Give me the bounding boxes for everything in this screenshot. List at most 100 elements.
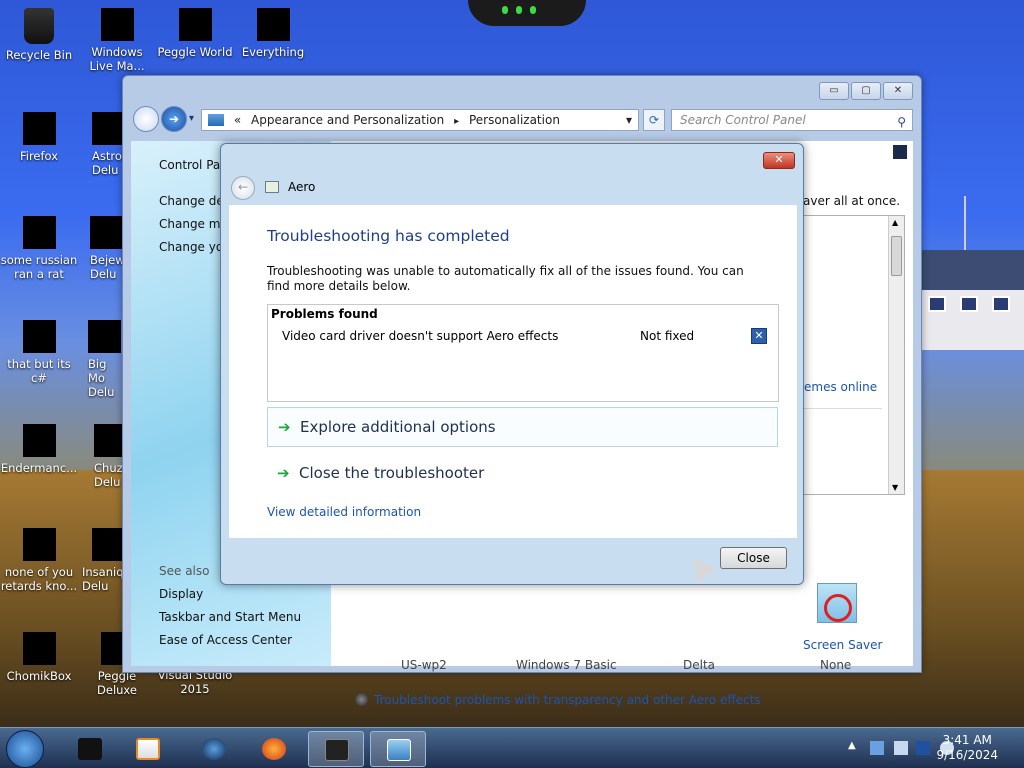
desktop-icon-bejeweled[interactable]: Bejew Delu [78,216,126,281]
dialog-description: Troubleshooting was unable to automatica… [267,264,744,293]
dialog-close-icon[interactable]: ✕ [763,152,795,169]
minimize-button[interactable]: ▭ [819,82,849,100]
get-more-themes-online-link[interactable]: emes online [804,380,877,394]
desktop-icon-chomikbox[interactable]: ChomikBox [0,632,78,683]
desktop-icon-firefox[interactable]: Firefox [0,112,78,163]
clock[interactable]: 3:41 AM 9/16/2024 [936,733,998,763]
close-button[interactable]: ✕ [883,82,913,100]
control-panel-home-link[interactable]: Control Par [159,158,225,172]
window-controls: ▭ ▢ ✕ [819,82,913,100]
back-button[interactable] [133,106,159,132]
dialog-body: Troubleshooting has completed Troublesho… [229,205,797,538]
forward-button[interactable]: ➔ [161,106,187,132]
desktop-icon-recycle-bin[interactable]: Recycle Bin [0,8,78,62]
refresh-icon[interactable]: ⟳ [643,109,665,131]
view-detailed-information-link[interactable]: View detailed information [267,505,421,519]
astrol-icon [92,112,125,145]
desktop-icon-everything[interactable]: Everything [234,8,312,59]
taskbar-app[interactable] [186,731,242,767]
see-also-display-link[interactable]: Display [159,587,203,601]
theme-label[interactable]: Windows 7 Basic [516,658,617,672]
screen-saver-value: None [820,658,852,672]
dialog-back-button[interactable]: ← [231,176,255,200]
troubleshoot-icon [355,693,368,706]
desktop-icon-peggle-world[interactable]: Peggle World [156,8,234,59]
desktop-icon-big-money[interactable]: Big Mo Delu [78,320,126,399]
address-bar[interactable]: « Appearance and Personalization ▸ Perso… [201,109,639,131]
control-panel-icon [387,739,411,761]
taskbar-app[interactable] [62,731,118,767]
search-placeholder: Search Control Panel [680,113,806,127]
see-also-ease-of-access-link[interactable]: Ease of Access Center [159,633,292,647]
aero-troubleshooter-icon [265,181,279,193]
recent-pages-chevron-icon[interactable]: ▾ [189,113,194,124]
desktop-icon-insaniquarium[interactable]: Insaniq Delu [78,528,126,593]
desktop-icon-label: ChomikBox [6,669,72,683]
left-link[interactable]: Change mo [159,217,228,231]
desktop-icon-label: Everything [241,45,305,59]
theme-label[interactable]: Delta [683,658,715,672]
maximize-button[interactable]: ▢ [851,82,881,100]
desktop-icon-label: none of you retards kno... [0,565,78,593]
troubleshoot-aero-link[interactable]: Troubleshoot problems with transparency … [374,693,761,707]
address-prefix[interactable]: « [234,113,241,127]
desktop-icon-that-but-its-csharp[interactable]: that but its c# [0,320,78,385]
tray-chevron-icon[interactable]: ▲ [848,740,856,751]
desktop-icon-none-of-you[interactable]: none of you retards kno... [0,528,78,593]
desktop-icon-astrol[interactable]: Astrol Delu [78,112,126,177]
desktop-icon-some-russian[interactable]: some russian ran a rat [0,216,78,281]
start-button[interactable] [6,730,44,768]
troubleshoot-aero-row[interactable]: Troubleshoot problems with transparency … [355,693,761,707]
close-troubleshooter-button[interactable]: ➔ Close the troubleshooter [267,454,778,494]
tray-app-icon[interactable] [870,741,884,755]
navigation-bar: ➔ ▾ « Appearance and Personalization ▸ P… [131,106,913,134]
desktop-icon-label: Big Mo Delu [88,357,115,399]
desktop-icon-label: Astrol Delu [92,149,126,177]
see-also-taskbar-link[interactable]: Taskbar and Start Menu [159,610,301,624]
insaniquarium-icon [92,528,125,561]
problems-found-box: Problems found Video card driver doesn't… [267,304,779,402]
breadcrumb-appearance[interactable]: Appearance and Personalization [251,113,444,127]
tray-app-icon[interactable] [894,741,908,755]
recycle-bin-icon [24,8,54,44]
address-dropdown-icon[interactable]: ▾ [626,110,632,130]
breadcrumb-personalization[interactable]: Personalization [469,113,560,127]
description-text-partial: aver all at once. [803,194,901,208]
dialog-title: Aero [288,180,316,194]
desktop-icon-endermanch[interactable]: Endermanc... [0,424,78,475]
everything-icon [256,8,290,41]
bejeweled-icon [90,216,123,249]
system-tray: ▲ 3:41 AM 9/16/2024 [834,728,1024,768]
taskbar-app[interactable] [308,731,364,767]
network-icon[interactable] [916,741,930,755]
desktop-icon-label: Endermanc... [0,461,78,475]
search-icon[interactable]: ⚲ [897,112,906,132]
themes-list[interactable]: ▲ ▼ emes online [793,215,905,495]
chomikbox-icon [22,632,56,665]
taskbar-app-control-panel[interactable] [370,731,426,767]
csharp-icon [22,320,56,353]
themes-scrollbar[interactable]: ▲ ▼ [888,216,904,494]
screen-saver-link[interactable]: Screen Saver [803,638,882,652]
screen-saver-icon[interactable] [817,583,857,623]
green-arrow-icon: ➔ [277,464,290,482]
firefox-icon [22,112,56,145]
scrollbar-thumb[interactable] [891,236,902,276]
close-button[interactable]: Close [720,547,787,569]
desktop-icon-windows-live[interactable]: Windows Live Ma... [78,8,156,73]
dialog-heading: Troubleshooting has completed [267,227,510,245]
wallpaper-house [918,250,1024,350]
theme-label[interactable]: US-wp2 [401,658,447,672]
recycle-bin-icon [78,738,102,760]
desktop-icon-chuzzle[interactable]: Chuz Delu [78,424,126,489]
desktop-icon-label: Firefox [19,149,59,163]
desktop-icon-label: Chuz Delu [94,461,123,489]
taskbar-app[interactable] [246,731,302,767]
breadcrumb-separator-icon[interactable]: ▸ [454,116,459,127]
taskbar-app[interactable] [120,731,176,767]
search-input[interactable]: Search Control Panel ⚲ [671,109,913,131]
aero-troubleshooter-dialog: ✕ ← Aero Troubleshooting has completed T… [220,143,804,585]
help-icon[interactable] [893,145,907,159]
firefox-icon [262,738,286,760]
explore-additional-options-button[interactable]: ➔ Explore additional options [267,407,778,447]
